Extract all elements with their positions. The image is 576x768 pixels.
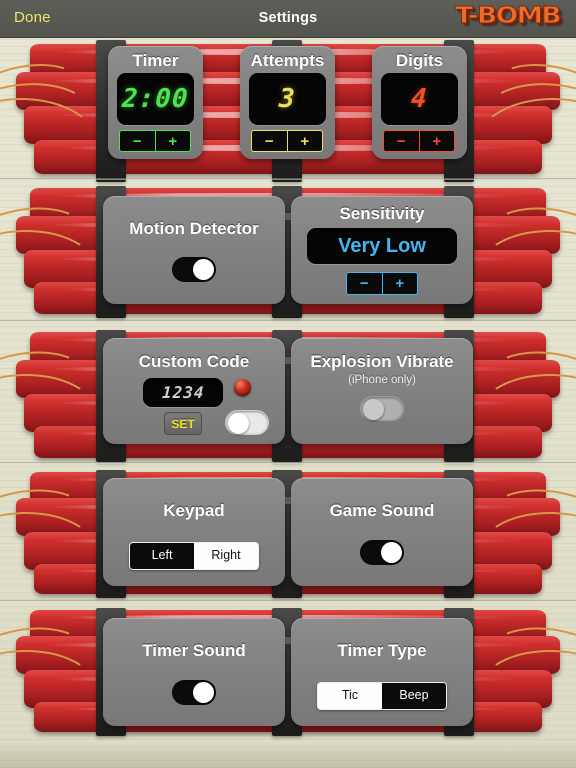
keypad-panel: Keypad Left Right [103,478,285,586]
timer-title: Timer [132,51,179,70]
dynamite-bundle-3 [0,330,576,463]
dynamite-bundle-4 [0,470,576,601]
explosion-vibrate-panel: Explosion Vibrate (iPhone only) [291,338,473,444]
digits-minus-button[interactable]: − [384,131,420,151]
sensitivity-panel: Sensitivity Very Low − + [291,196,473,304]
game-sound-title: Game Sound [329,501,435,520]
keypad-option-right[interactable]: Right [194,543,258,569]
row-separator [0,462,576,464]
row-separator [0,320,576,322]
attempts-value: 3 [278,84,297,114]
toggle-knob [381,542,402,563]
header-bar: Done Settings T-BOMB [0,0,576,38]
explosion-vibrate-subtitle: (iPhone only) [348,374,416,386]
timer-stepper[interactable]: − + [119,130,191,152]
digits-value: 4 [410,84,429,114]
sensitivity-minus-button[interactable]: − [347,273,383,294]
timer-type-panel: Timer Type Tic Beep [291,618,473,726]
motion-detector-panel: Motion Detector [103,196,285,304]
sensitivity-stepper[interactable]: − + [346,272,418,295]
custom-code-display[interactable]: 1234 [143,378,223,407]
custom-code-value: 1234 [161,383,205,402]
timer-sound-panel: Timer Sound [103,618,285,726]
sensitivity-value: Very Low [338,234,426,257]
game-sound-toggle[interactable] [360,540,404,565]
motion-detector-toggle[interactable] [172,257,216,282]
keypad-title: Keypad [163,501,225,520]
digits-panel: Digits 4 − + [372,46,467,159]
timer-minus-button[interactable]: − [120,131,156,151]
explosion-vibrate-toggle[interactable] [360,396,404,421]
dynamite-bundle-2 [0,186,576,319]
attempts-display: 3 [249,73,326,125]
timer-sound-toggle[interactable] [172,680,216,705]
sensitivity-plus-button[interactable]: + [383,273,418,294]
timer-type-option-beep[interactable]: Beep [382,683,446,709]
explosion-vibrate-title: Explosion Vibrate [310,352,454,371]
digits-plus-button[interactable]: + [420,131,455,151]
attempts-plus-button[interactable]: + [288,131,323,151]
sensitivity-display: Very Low [307,228,457,264]
timer-value: 2:00 [121,84,190,114]
digits-display: 4 [381,73,458,125]
game-sound-panel: Game Sound [291,478,473,586]
timer-panel: Timer 2:00 − + [108,46,203,159]
timer-type-segmented-control[interactable]: Tic Beep [317,682,447,710]
attempts-minus-button[interactable]: − [252,131,288,151]
app-logo: T-BOMB [455,2,563,30]
set-button[interactable]: SET [164,412,202,435]
attempts-title: Attempts [250,51,325,70]
toggle-knob [228,413,249,434]
timer-type-option-tic[interactable]: Tic [318,683,382,709]
keypad-option-left[interactable]: Left [130,543,194,569]
toggle-knob [193,682,214,703]
row-separator [0,600,576,602]
attempts-stepper[interactable]: − + [251,130,323,152]
timer-sound-title: Timer Sound [142,641,246,660]
custom-code-panel: Custom Code 1234 SET [103,338,285,444]
timer-type-title: Timer Type [337,641,427,660]
dynamite-bundle-5 [0,608,576,739]
sensitivity-title: Sensitivity [339,204,425,223]
motion-detector-title: Motion Detector [129,219,259,238]
custom-code-title: Custom Code [138,352,250,371]
toggle-knob [363,399,384,420]
attempts-panel: Attempts 3 − + [240,46,335,159]
digits-stepper[interactable]: − + [383,130,455,152]
digits-title: Digits [395,51,444,70]
custom-code-toggle[interactable] [225,410,269,435]
led-indicator-icon [234,379,251,396]
timer-display: 2:00 [117,73,194,125]
toggle-knob [193,259,214,280]
keypad-segmented-control[interactable]: Left Right [129,542,259,570]
timer-plus-button[interactable]: + [156,131,191,151]
row-separator [0,178,576,180]
